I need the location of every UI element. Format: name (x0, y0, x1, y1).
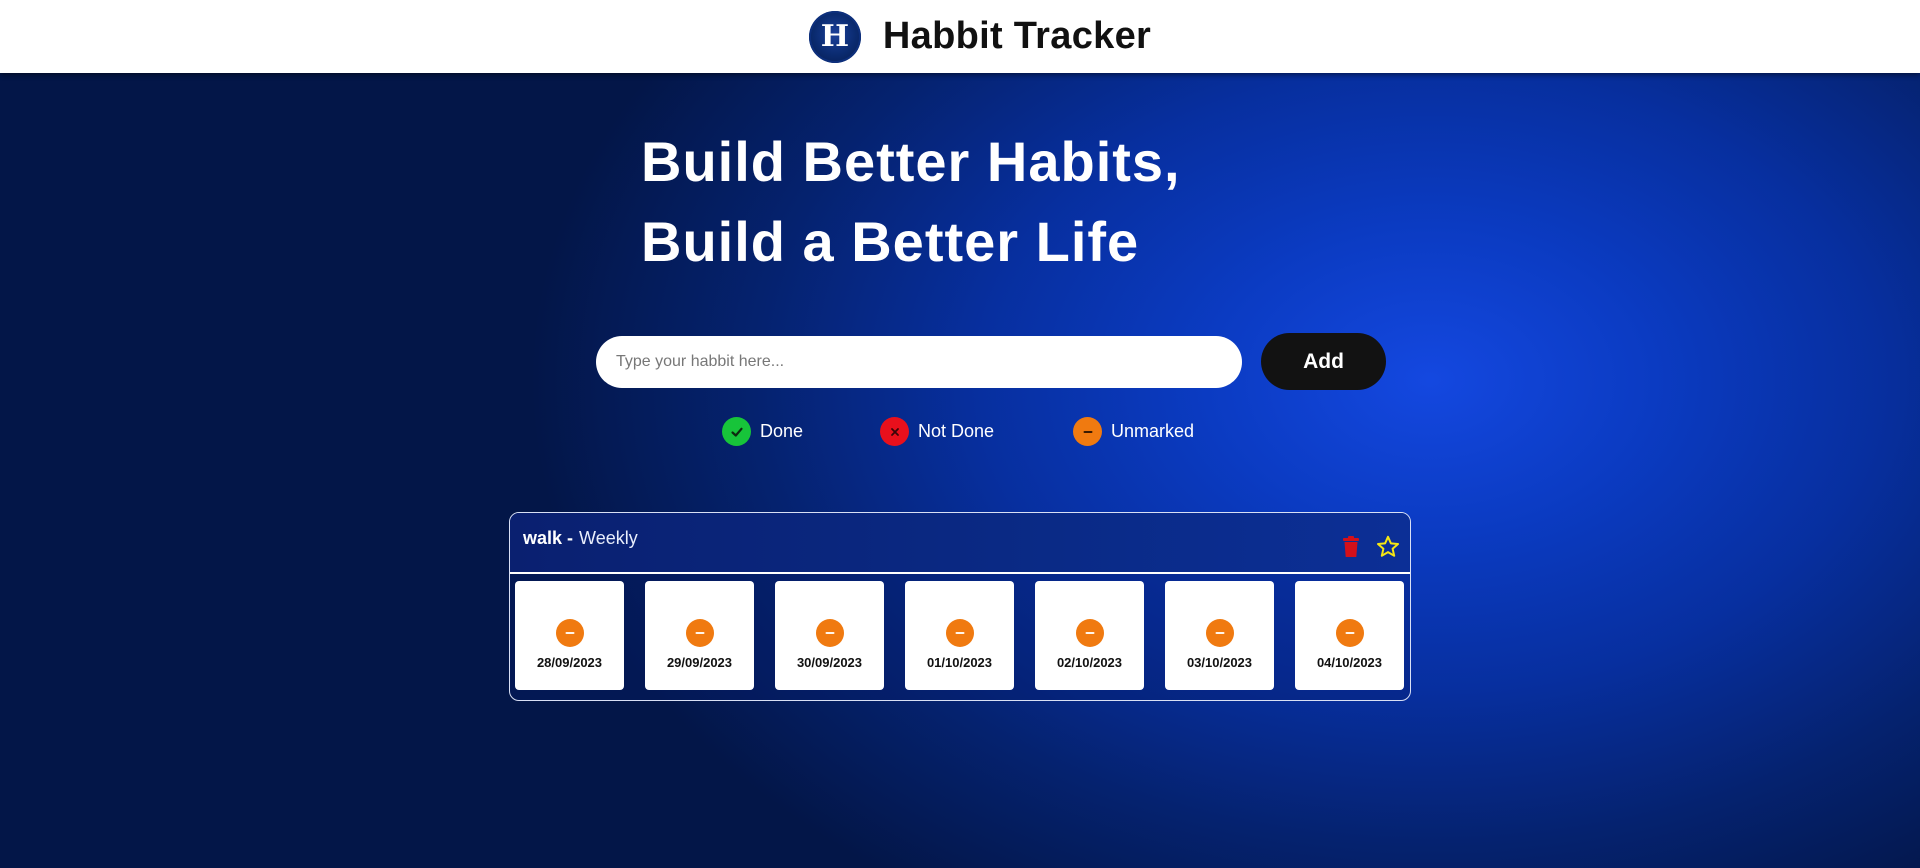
day-tile[interactable]: 30/09/2023 (775, 581, 884, 690)
legend-done: Done (722, 417, 803, 446)
app-title: Habbit Tracker (882, 15, 1152, 57)
legend-unmarked-label: Unmarked (1111, 421, 1195, 441)
day-date: 03/10/2023 (1186, 655, 1253, 670)
legend-unmarked: Unmarked (1073, 417, 1194, 446)
habit-input[interactable] (596, 335, 1242, 388)
minus-icon[interactable] (1335, 619, 1364, 647)
day-date: 30/09/2023 (796, 655, 863, 670)
check-icon (722, 417, 751, 446)
day-tile[interactable]: 28/09/2023 (515, 581, 624, 690)
minus-icon[interactable] (1205, 619, 1234, 647)
add-button[interactable]: Add (1261, 333, 1386, 390)
hero-line-2: Build a Better Life (641, 210, 1140, 273)
status-legend: Done Not Done Unmarked (0, 417, 1920, 447)
star-icon[interactable] (1376, 535, 1400, 558)
minus-icon (1073, 417, 1102, 446)
habit-actions (1342, 535, 1400, 558)
minus-icon[interactable] (815, 619, 844, 647)
day-tile[interactable]: 02/10/2023 (1035, 581, 1144, 690)
minus-icon[interactable] (945, 619, 974, 647)
habit-card-header: walk - Weekly (510, 513, 1410, 574)
day-date: 04/10/2023 (1316, 655, 1383, 670)
app-logo: H (808, 10, 861, 63)
day-date: 01/10/2023 (926, 655, 993, 670)
legend-not-done-label: Not Done (918, 421, 995, 441)
day-date: 29/09/2023 (666, 655, 733, 670)
habit-days: 28/09/2023 29/09/2023 30/09/2023 01/10/2023… (510, 574, 1410, 690)
add-habit-form: Add (596, 333, 1386, 390)
legend-not-done: Not Done (880, 417, 994, 446)
day-tile[interactable]: 29/09/2023 (645, 581, 754, 690)
legend-done-label: Done (760, 421, 804, 441)
minus-icon[interactable] (1075, 619, 1104, 647)
x-icon (880, 417, 909, 446)
day-tile[interactable]: 01/10/2023 (905, 581, 1014, 690)
minus-icon[interactable] (555, 619, 584, 647)
minus-icon[interactable] (685, 619, 714, 647)
habit-name: walk - (523, 528, 574, 548)
hero-heading: Build Better Habits, Build a Better Life (641, 122, 1181, 282)
habit-card: walk - Weekly 28/09/2023 29/09/2023 30/09/… (509, 512, 1411, 701)
habit-frequency: Weekly (579, 528, 638, 548)
hero-line-1: Build Better Habits, (641, 130, 1181, 193)
brand[interactable]: H Habbit Tracker (808, 10, 1152, 63)
day-date: 02/10/2023 (1056, 655, 1123, 670)
trash-icon[interactable] (1342, 535, 1360, 558)
day-tile[interactable]: 04/10/2023 (1295, 581, 1404, 690)
day-date: 28/09/2023 (536, 655, 603, 670)
day-tile[interactable]: 03/10/2023 (1165, 581, 1274, 690)
navbar: H Habbit Tracker (0, 0, 1920, 73)
